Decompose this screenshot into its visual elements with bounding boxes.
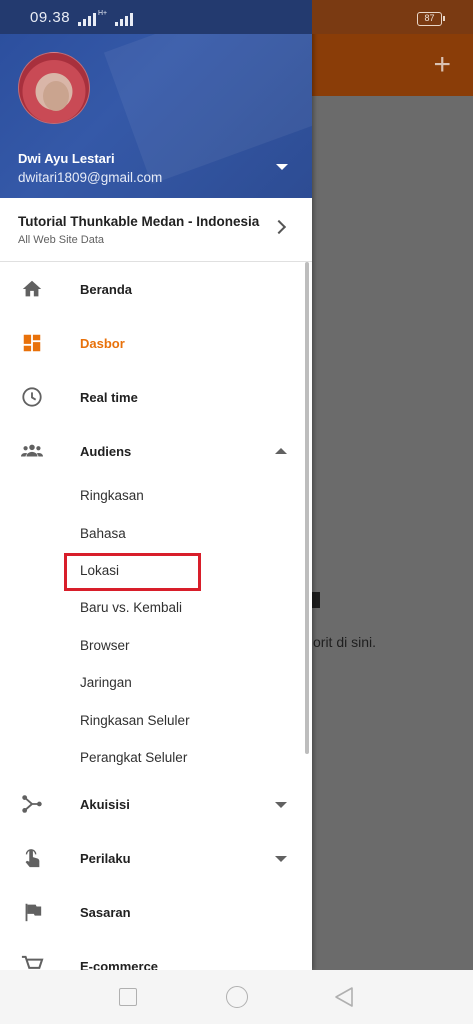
system-nav-bar xyxy=(0,970,473,1024)
flag-icon xyxy=(25,903,42,922)
nav-item-audience[interactable]: Audiens xyxy=(0,424,312,478)
network-type: H+ xyxy=(98,10,108,17)
people-icon xyxy=(21,444,43,457)
acquisition-icon xyxy=(22,795,42,813)
list-item-label: Baru vs. Kembali xyxy=(80,600,183,615)
nav-label-realtime: Real time xyxy=(80,390,138,405)
audience-item-mobile-devices[interactable]: Perangkat Seluler xyxy=(0,740,312,777)
dashboard-icon xyxy=(23,334,41,352)
list-item-label: Perangkat Seluler xyxy=(80,750,188,765)
nav-item-goals[interactable]: Sasaran xyxy=(0,885,312,939)
status-time: 09.38 xyxy=(30,9,71,26)
background-text: orit di sini. xyxy=(313,634,377,650)
account-name: Dwi Ayu Lestari xyxy=(18,151,115,166)
avatar[interactable] xyxy=(18,52,90,124)
background-text-fragment xyxy=(312,592,320,608)
nav-item-ecommerce[interactable]: E-commerce xyxy=(0,939,312,970)
nav-label-home: Beranda xyxy=(80,282,133,297)
highlight-box xyxy=(64,553,201,591)
recents-button[interactable] xyxy=(119,988,137,1006)
expand-icon[interactable] xyxy=(275,856,287,862)
property-name: Tutorial Thunkable Medan - Indonesia xyxy=(18,214,260,229)
home-button[interactable] xyxy=(226,986,248,1008)
expand-icon[interactable] xyxy=(275,802,287,808)
add-icon: + xyxy=(433,48,451,81)
property-selector[interactable]: Tutorial Thunkable Medan - Indonesia All… xyxy=(0,198,312,262)
chevron-right-icon xyxy=(271,219,287,235)
nav-item-behavior[interactable]: Perilaku xyxy=(0,831,312,885)
account-header[interactable]: Dwi Ayu Lestari dwitari1809@gmail.com xyxy=(0,34,312,198)
account-dropdown-icon[interactable] xyxy=(276,164,288,170)
audience-item-network[interactable]: Jaringan xyxy=(0,665,312,702)
nav-label-behavior: Perilaku xyxy=(80,851,131,866)
touch-icon xyxy=(25,849,40,868)
signal-icon xyxy=(78,12,96,26)
nav-item-acquisition[interactable]: Akuisisi xyxy=(0,777,312,831)
collapse-icon[interactable] xyxy=(275,448,287,454)
status-bar: 09.38 H+ 87 xyxy=(0,0,473,34)
audience-item-overview[interactable]: Ringkasan xyxy=(0,478,312,515)
back-button[interactable] xyxy=(333,986,355,1008)
nav-label-acquisition: Akuisisi xyxy=(80,797,130,812)
cart-icon xyxy=(21,955,44,969)
account-email: dwitari1809@gmail.com xyxy=(18,170,163,185)
audience-item-new-vs-returning[interactable]: Baru vs. Kembali xyxy=(0,590,312,627)
nav-item-dashboard[interactable]: Dasbor xyxy=(0,316,312,370)
scrollbar[interactable] xyxy=(305,262,309,754)
clock-icon xyxy=(22,387,42,407)
nav-label-dashboard: Dasbor xyxy=(80,336,125,351)
home-icon xyxy=(22,280,42,297)
battery-icon: 87 xyxy=(417,12,445,26)
audience-item-browser[interactable]: Browser xyxy=(0,628,312,665)
navigation-drawer: Dwi Ayu Lestari dwitari1809@gmail.com Tu… xyxy=(0,0,312,970)
nav-label-audience: Audiens xyxy=(80,444,132,459)
nav-label-goals: Sasaran xyxy=(80,905,131,920)
list-item-label: Ringkasan Seluler xyxy=(80,713,190,728)
battery-level: 87 xyxy=(424,13,435,23)
nav-item-home[interactable]: Beranda xyxy=(0,262,312,316)
signal-icon-2 xyxy=(115,12,133,26)
nav-item-realtime[interactable]: Real time xyxy=(0,370,312,424)
list-item-label: Bahasa xyxy=(80,526,126,541)
audience-item-mobile-overview[interactable]: Ringkasan Seluler xyxy=(0,703,312,740)
list-item-label: Jaringan xyxy=(80,675,132,690)
property-view: All Web Site Data xyxy=(18,234,105,246)
list-item-label: Browser xyxy=(80,638,130,653)
nav-label-ecommerce: E-commerce xyxy=(80,959,159,970)
list-item-label: Ringkasan xyxy=(80,488,144,503)
audience-item-language[interactable]: Bahasa xyxy=(0,516,312,553)
